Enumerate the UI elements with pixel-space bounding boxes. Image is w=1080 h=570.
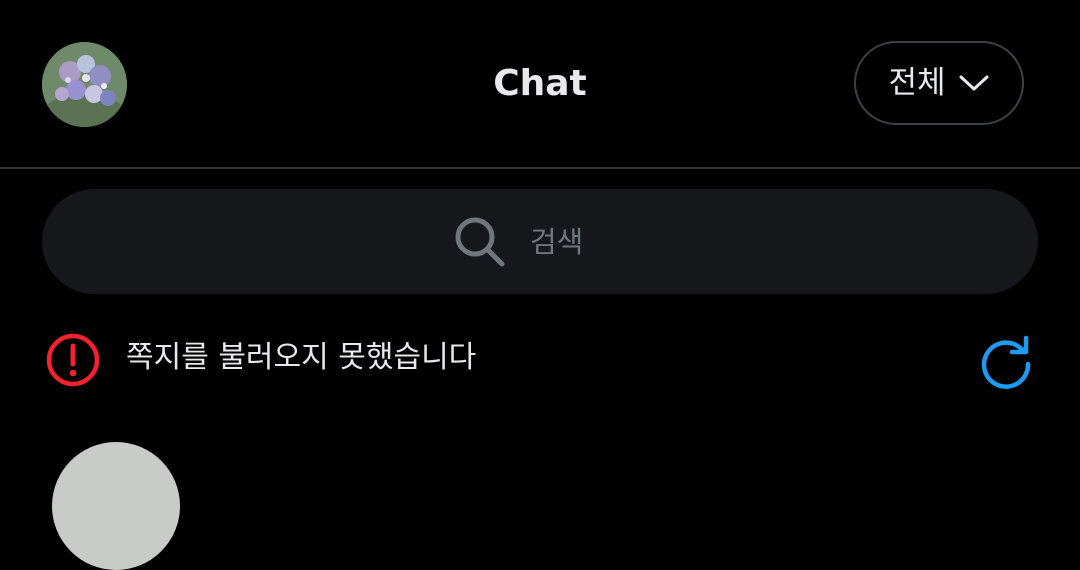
chevron-down-icon [958,73,990,93]
filter-dropdown-button[interactable]: 전체 [854,41,1024,125]
search-bar[interactable] [42,189,1038,294]
error-banner: 쪽지를 불러오지 못했습니다 [0,322,1080,394]
search-input[interactable] [530,224,620,259]
top-bar: Chat 전체 [0,0,1080,167]
refresh-icon[interactable] [976,330,1036,390]
header-divider [0,167,1080,169]
filter-label: 전체 [888,65,946,101]
conversation-avatar[interactable] [52,442,180,570]
search-icon [452,214,508,270]
error-message: 쪽지를 불러오지 못했습니다 [126,340,477,375]
alert-circle-icon [45,332,101,392]
